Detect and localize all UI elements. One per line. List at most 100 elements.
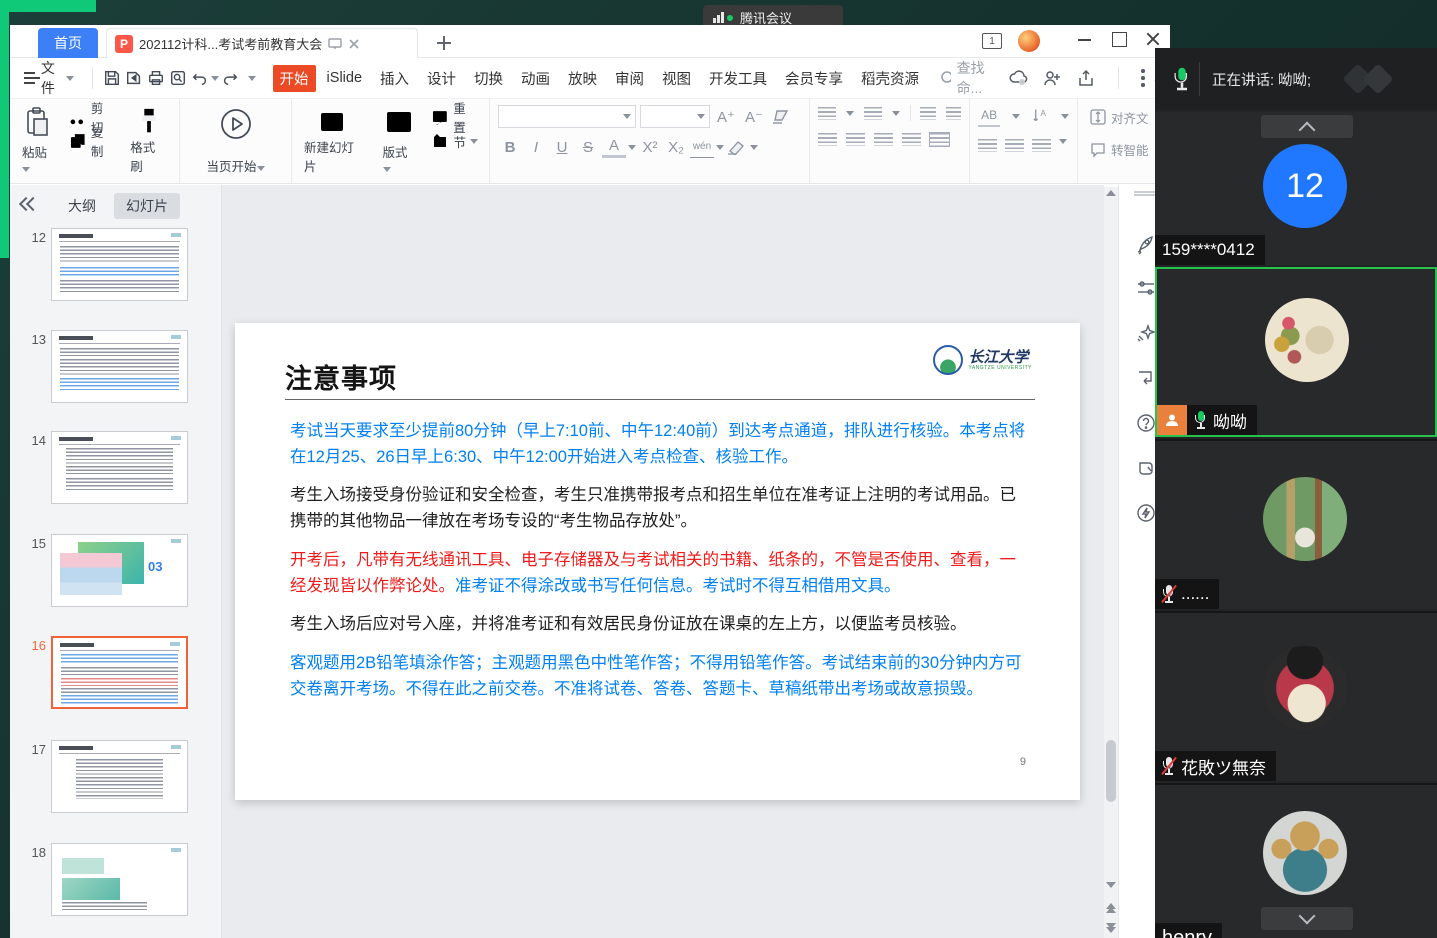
ribbon-tab-home[interactable]: 开始 xyxy=(273,65,316,92)
ribbon-tab-islide[interactable]: iSlide xyxy=(320,67,369,89)
decrease-indent-button[interactable] xyxy=(920,107,935,120)
pane-grip[interactable] xyxy=(1134,191,1156,196)
copy-button[interactable]: 复制 xyxy=(66,129,118,153)
ribbon-tab-member[interactable]: 会员专享 xyxy=(778,65,850,92)
export-button[interactable] xyxy=(125,65,143,91)
format-painter-button[interactable]: 格式刷 xyxy=(126,105,171,177)
collapse-panel-icon[interactable] xyxy=(20,198,38,214)
align-text-button[interactable]: 对齐文 xyxy=(1086,105,1162,129)
participant-tile-3[interactable]: ...... xyxy=(1155,439,1437,609)
change-case-button[interactable]: AB xyxy=(978,105,1000,127)
strikethrough-button[interactable]: S xyxy=(576,136,600,158)
ribbon-tab-review[interactable]: 审阅 xyxy=(608,65,651,92)
vertical-scrollbar[interactable] xyxy=(1104,187,1118,938)
previous-slide-button[interactable] xyxy=(1104,903,1118,913)
subscript-button[interactable]: X₂ xyxy=(664,136,688,158)
more-quick-icon[interactable] xyxy=(243,65,261,91)
align-left-button[interactable] xyxy=(818,133,837,146)
bullets-button[interactable] xyxy=(818,107,836,120)
ribbon-tab-docer[interactable]: 稻壳资源 xyxy=(854,65,926,92)
justify-button[interactable] xyxy=(902,133,921,146)
document-tab[interactable]: P 202112计科...考试考前教育大会 xyxy=(106,28,418,58)
ribbon-tab-transition[interactable]: 切换 xyxy=(467,65,510,92)
slide-title[interactable]: 注意事项 xyxy=(285,357,397,396)
cloud-sync-icon[interactable] xyxy=(1008,68,1028,88)
save-button[interactable] xyxy=(103,65,121,91)
scrollbar-thumb[interactable] xyxy=(1106,740,1116,802)
minimize-button[interactable] xyxy=(1076,30,1094,48)
paragraph-4[interactable]: 考生入场后应对号入座，并将准考证和有效居民身份证放在课桌的左上方，以便监考员核验… xyxy=(290,612,1028,638)
shrink-font-button[interactable]: A⁻ xyxy=(742,106,766,128)
undo-caret[interactable] xyxy=(211,76,219,81)
italic-button[interactable]: I xyxy=(524,136,548,158)
new-tab-button[interactable] xyxy=(434,33,454,53)
font-color-button[interactable]: A xyxy=(602,136,626,158)
play-from-current-button[interactable]: 当页开始 xyxy=(188,105,283,177)
share-icon[interactable] xyxy=(1076,68,1096,88)
pinyin-guide-button[interactable]: wén xyxy=(690,136,714,158)
tab-outline[interactable]: 大纲 xyxy=(56,193,108,219)
ribbon-tab-animation[interactable]: 动画 xyxy=(514,65,557,92)
print-button[interactable] xyxy=(147,65,165,91)
split-window-icon[interactable]: 1 xyxy=(982,33,1002,49)
text-direction-icon[interactable]: A xyxy=(1032,107,1049,125)
undo-button[interactable] xyxy=(191,65,209,91)
user-avatar[interactable] xyxy=(1018,30,1040,52)
paragraph-3[interactable]: 开考后，凡带有无线通讯工具、电子存储器及与考试相关的书籍、纸条的，不管是否使用、… xyxy=(290,548,1028,599)
print-preview-button[interactable] xyxy=(169,65,187,91)
reset-button[interactable]: 重置 xyxy=(428,105,481,129)
add-user-icon[interactable] xyxy=(1042,68,1062,88)
present-monitor-icon[interactable] xyxy=(328,38,342,50)
font-name-combo[interactable] xyxy=(498,105,636,128)
grow-font-button[interactable]: A⁺ xyxy=(714,106,738,128)
clear-format-icon[interactable] xyxy=(770,109,790,125)
underline-button[interactable]: U xyxy=(550,136,574,158)
superscript-button[interactable]: X² xyxy=(638,136,662,158)
slide-page[interactable]: 注意事项 长江大学YANGTZE UNIVERSITY 考试当天要求至少提前80… xyxy=(235,323,1080,800)
desktop: 腾讯会议 首页 P 202112计科...考试考前教育大会 1 xyxy=(0,0,1437,938)
scroll-participants-down-button[interactable] xyxy=(1261,907,1353,930)
line-spacing-button-1[interactable] xyxy=(978,139,997,152)
close-button[interactable] xyxy=(1144,30,1162,48)
more-menu-icon[interactable] xyxy=(1141,69,1145,87)
smart-convert-button[interactable]: 转智能 xyxy=(1086,137,1162,161)
new-slide-button[interactable]: 新建幻灯片 xyxy=(300,105,369,177)
scroll-down-button[interactable] xyxy=(1104,882,1118,888)
ribbon-tab-slideshow[interactable]: 放映 xyxy=(561,65,604,92)
ribbon-tab-insert[interactable]: 插入 xyxy=(373,65,416,92)
layout-button[interactable]: 版式 xyxy=(379,105,419,177)
paste-button[interactable]: 粘贴 xyxy=(18,105,58,177)
scroll-participants-up-button[interactable] xyxy=(1261,115,1353,138)
line-spacing-button-2[interactable] xyxy=(1005,139,1024,152)
bold-button[interactable]: B xyxy=(498,136,522,158)
distribute-button[interactable] xyxy=(930,133,949,146)
home-tab[interactable]: 首页 xyxy=(38,28,98,58)
ribbon-tab-view[interactable]: 视图 xyxy=(655,65,698,92)
align-center-button[interactable] xyxy=(846,133,865,146)
tab-slides[interactable]: 幻灯片 xyxy=(114,193,180,219)
participant-tile-5[interactable]: henry xyxy=(1155,783,1437,938)
close-doc-icon[interactable] xyxy=(348,38,360,50)
paragraph-2[interactable]: 考生入场接受身份验证和安全检查，考生只准携带报考点和招生单位在准考证上注明的考试… xyxy=(290,483,1028,534)
participant-tile-1[interactable]: 12 159****0412 xyxy=(1155,112,1437,265)
line-spacing-button-3[interactable] xyxy=(1032,139,1051,152)
next-slide-button[interactable] xyxy=(1104,923,1118,933)
numbering-button[interactable] xyxy=(864,107,882,120)
participant-tile-2-active[interactable]: 呦呦 xyxy=(1155,267,1437,437)
paragraph-5[interactable]: 客观题用2B铅笔填涂作答；主观题用黑色中性笔作答；不得用铅笔作答。考试结束前的3… xyxy=(290,651,1028,702)
scroll-up-button[interactable] xyxy=(1104,190,1118,196)
file-menu[interactable]: 文件 xyxy=(10,58,84,98)
slide-body[interactable]: 考试当天要求至少提前80分钟（早上7:10前、中午12:40前）到达考点通道，排… xyxy=(290,419,1028,716)
editing-canvas[interactable]: 注意事项 长江大学YANGTZE UNIVERSITY 考试当天要求至少提前80… xyxy=(222,185,1104,938)
highlight-icon[interactable] xyxy=(726,139,748,155)
participant-tile-4[interactable]: 花敗ツ無奈 xyxy=(1155,611,1437,781)
maximize-button[interactable] xyxy=(1110,30,1128,48)
redo-button[interactable] xyxy=(221,65,239,91)
ribbon-tab-design[interactable]: 设计 xyxy=(420,65,463,92)
font-size-combo[interactable] xyxy=(640,105,710,128)
ribbon-tab-developer[interactable]: 开发工具 xyxy=(702,65,774,92)
increase-indent-button[interactable] xyxy=(946,107,961,120)
find-command-box[interactable]: 查找命... xyxy=(940,58,992,98)
align-right-button[interactable] xyxy=(874,133,893,146)
paragraph-1[interactable]: 考试当天要求至少提前80分钟（早上7:10前、中午12:40前）到达考点通道，排… xyxy=(290,419,1028,470)
